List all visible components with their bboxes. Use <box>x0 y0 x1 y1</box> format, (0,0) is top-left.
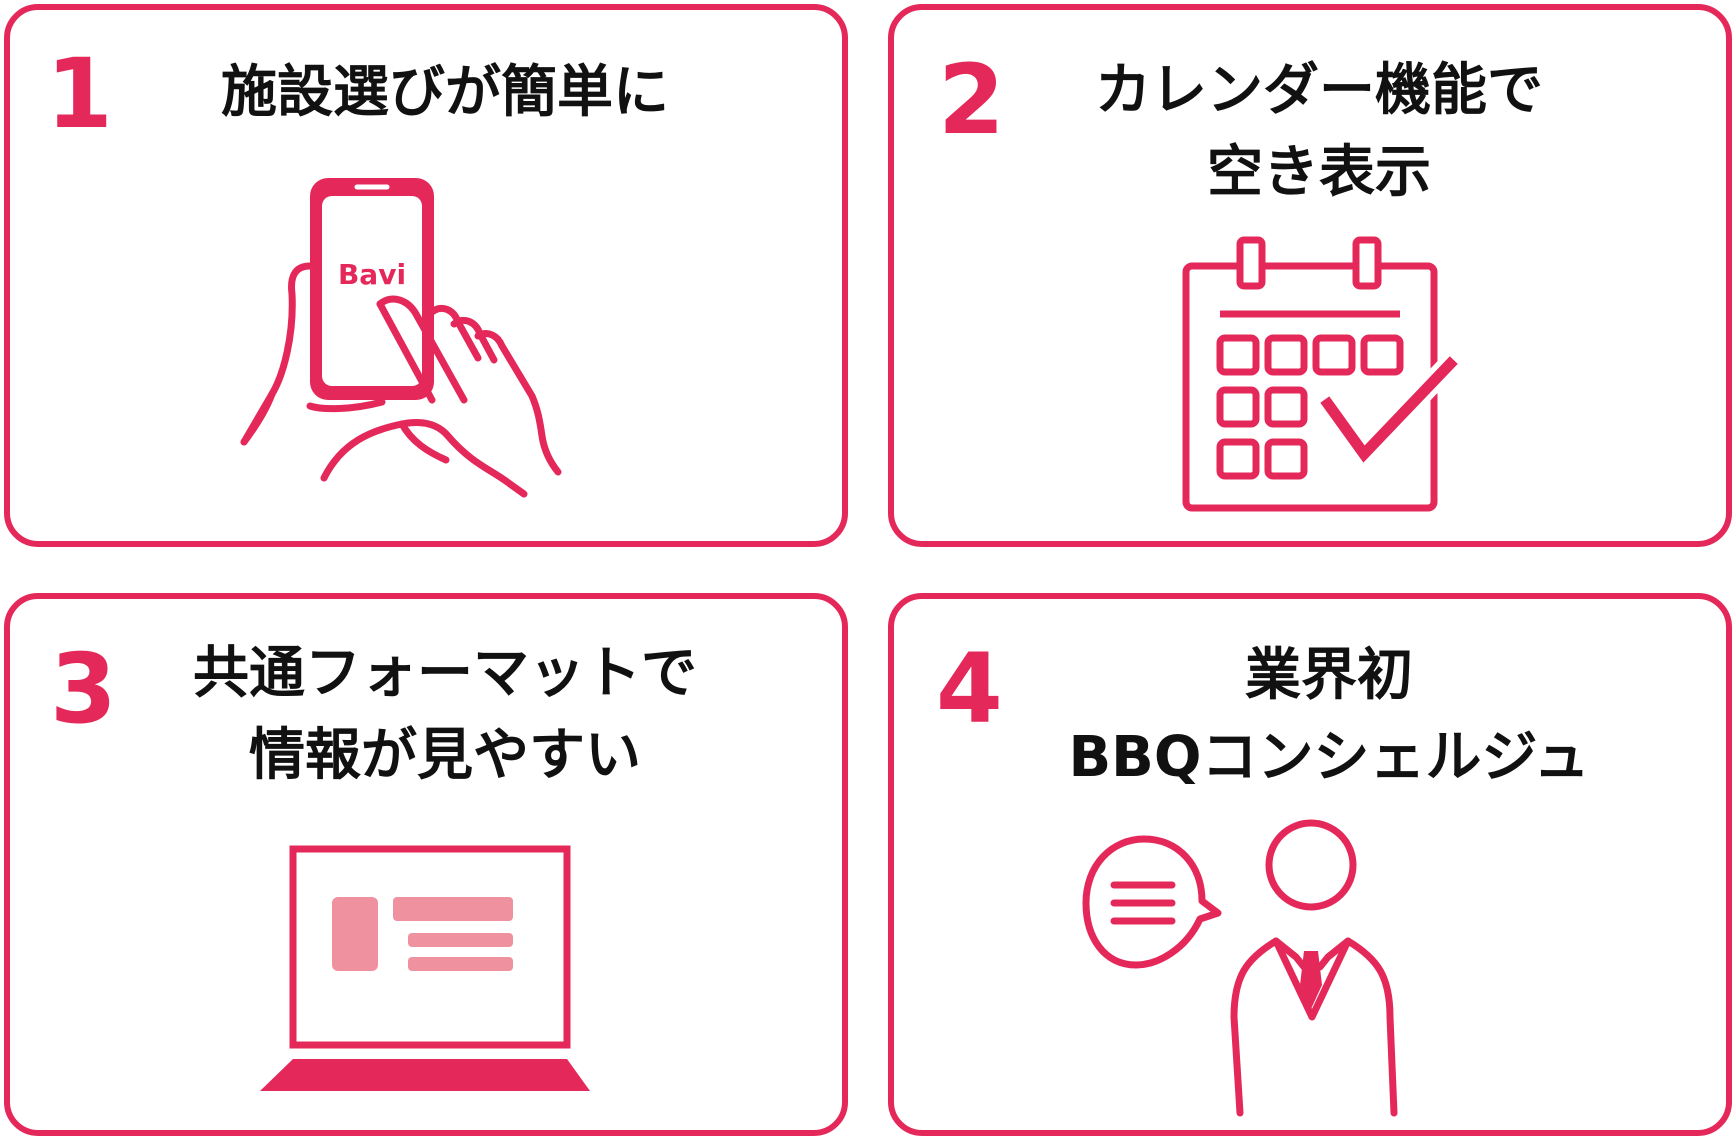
feature-card-common-format: 3 共通フォーマットで 情報が見やすい <box>4 593 848 1136</box>
feature-title: 業界初 BBQコンシェルジュ <box>1034 635 1624 799</box>
feature-title-line: 業界初 <box>1245 643 1413 708</box>
laptop-icon <box>260 845 590 1091</box>
feature-number: 3 <box>50 633 117 745</box>
concierge-speech-icon <box>1082 819 1398 1117</box>
feature-number: 2 <box>938 44 1005 156</box>
feature-title-line: 共通フォーマットで <box>193 641 697 706</box>
calendar-check-icon <box>1182 236 1466 512</box>
feature-title-line: 空き表示 <box>1207 140 1431 205</box>
feature-title: 共通フォーマットで 情報が見やすい <box>160 633 730 797</box>
feature-title: カレンダー機能で 空き表示 <box>1034 50 1604 214</box>
feature-card-easy-facility-selection: 1 施設選びが簡単に Bavi <box>4 4 848 547</box>
feature-title: 施設選びが簡単に <box>160 52 730 134</box>
feature-number: 4 <box>936 633 1003 745</box>
smartphone-hand-icon: Bavi <box>240 178 562 498</box>
feature-title-line: BBQコンシェルジュ <box>1068 725 1590 790</box>
feature-number: 1 <box>46 38 113 150</box>
feature-card-calendar-availability: 2 カレンダー機能で 空き表示 <box>888 4 1732 547</box>
app-logo: Bavi <box>338 258 406 291</box>
feature-title-line: 情報が見やすい <box>249 723 641 788</box>
feature-title-line: カレンダー機能で <box>1095 58 1543 123</box>
feature-title-line: 施設選びが簡単に <box>221 60 669 125</box>
feature-card-bbq-concierge: 4 業界初 BBQコンシェルジュ <box>888 593 1732 1136</box>
